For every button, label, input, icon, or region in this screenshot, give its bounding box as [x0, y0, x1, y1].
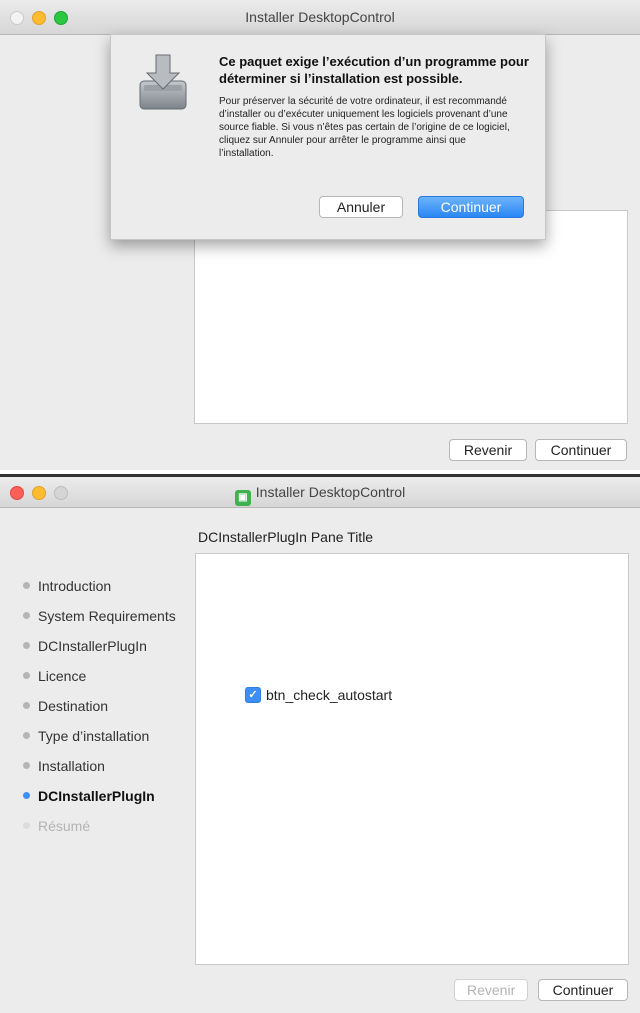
zoom-button[interactable] [54, 11, 68, 25]
sidebar-step: DCInstallerPlugIn [18, 787, 188, 805]
sidebar-step: Destination [18, 697, 188, 715]
step-status-dot [23, 732, 30, 739]
sidebar-step-label: Licence [38, 668, 87, 684]
sidebar-step: Résumé [18, 817, 188, 835]
sidebar-step: Type d’installation [18, 727, 188, 745]
title-bar[interactable]: Installer DesktopControl [0, 0, 640, 35]
step-status-dot [23, 612, 30, 619]
step-status-dot [23, 582, 30, 589]
sidebar-step: DCInstallerPlugIn [18, 637, 188, 655]
step-status-dot [23, 642, 30, 649]
step-status-dot [23, 822, 30, 829]
package-download-icon [139, 54, 187, 110]
title-bar[interactable]: ▣ Installer DesktopControl [0, 477, 640, 508]
window-controls [10, 486, 68, 500]
back-button: Revenir [454, 979, 528, 1001]
sidebar-step-label: Introduction [38, 578, 112, 594]
minimize-button[interactable] [32, 11, 46, 25]
sidebar-step: Installation [18, 757, 188, 775]
pane-title: DCInstallerPlugIn Pane Title [198, 529, 374, 545]
step-status-dot [23, 762, 30, 769]
sidebar-step-label: DCInstallerPlugIn [38, 788, 155, 804]
step-status-dot [23, 702, 30, 709]
window-title: Installer DesktopControl [245, 9, 395, 25]
content-pane [195, 553, 629, 965]
cancel-button[interactable]: Annuler [319, 196, 403, 218]
sidebar-step-label: DCInstallerPlugIn [38, 638, 147, 654]
minimize-button[interactable] [32, 486, 46, 500]
sidebar-step-label: Destination [38, 698, 109, 714]
sidebar-step-label: Type d’installation [38, 728, 150, 744]
close-button[interactable] [10, 486, 24, 500]
sidebar-step: System Requirements [18, 607, 188, 625]
dialog-continue-button[interactable]: Continuer [418, 196, 524, 218]
window-controls [10, 11, 68, 25]
dialog-message: Pour préserver la sécurité de votre ordi… [219, 96, 510, 159]
installer-window-1: Installer DesktopControl Revenir Continu… [0, 0, 640, 470]
autostart-checkbox[interactable]: ✓ [245, 687, 261, 703]
step-status-dot [23, 672, 30, 679]
back-button[interactable]: Revenir [449, 439, 527, 461]
content-pane [194, 210, 628, 424]
window-title: Installer DesktopControl [255, 484, 406, 500]
security-dialog: Ce paquet exige l’exécution d’un program… [110, 34, 546, 240]
continue-button[interactable]: Continuer [538, 979, 628, 1001]
sidebar-step-label: Résumé [38, 818, 91, 834]
sidebar-step: Introduction [18, 577, 188, 595]
sidebar-step-label: System Requirements [38, 608, 176, 624]
step-status-dot [23, 792, 30, 799]
zoom-button[interactable] [54, 486, 68, 500]
installer-window-2: ▣ Installer DesktopControl DCInstallerPlu… [0, 474, 640, 1013]
dialog-heading: Ce paquet exige l’exécution d’un program… [219, 54, 529, 86]
app-icon: ▣ [234, 490, 251, 506]
continue-button[interactable]: Continuer [535, 439, 627, 461]
autostart-label: btn_check_autostart [266, 687, 393, 703]
sidebar-step: Licence [18, 667, 188, 685]
close-button[interactable] [10, 11, 24, 25]
installer-steps: Introduction System Requirements DCInstall… [18, 577, 188, 847]
autostart-option[interactable]: ✓ btn_check_autostart [245, 687, 392, 703]
sidebar-step-label: Installation [38, 758, 105, 774]
